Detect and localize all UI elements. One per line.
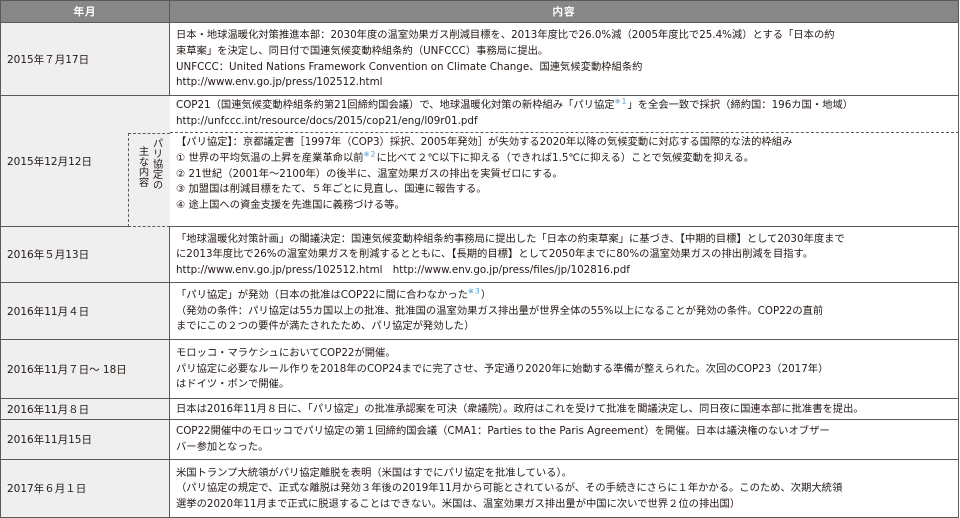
content-line: 「地球温暖化対策計画」の閣議決定：国連気候変動枠組条約事務局に提出した「日本の約… [176, 232, 845, 245]
sublabel-col2: 主な内容 [136, 146, 149, 188]
content-line: UNFCCC：United Nations Framework Conventi… [176, 60, 643, 73]
content-line: バー参加となった。 [176, 441, 269, 453]
row-content-bottom: 【パリ協定】：京都議定書［1997年（COP3）採択、2005年発効］が失効する… [170, 133, 959, 227]
row-content: 「パリ協定」が発効（日本の批准はCOP22に間に合わなかった※３） （発効の条件… [170, 283, 959, 340]
content-line: 日本は2016年11月８日に、「パリ協定」の批准承認案を可決（衆議院）。政府はこ… [176, 402, 864, 415]
content-line: http://www.env.go.jp/press/102512.html h… [176, 263, 630, 276]
content-line: 束草案」を決定し、同日付で国連気候変動枠組条約（UNFCCC）事務局に提出。 [176, 44, 549, 57]
footnote-1: ※１ [614, 97, 628, 106]
content-line: に2013年度比で26%の温室効果ガスを削減するとともに、【長期的目標】として2… [176, 248, 814, 261]
timeline-table: 年月 内容 2015年７月17日 日本・地球温暖化対策推進本部：2030年度の温… [0, 0, 959, 518]
row-date: 2015年12月12日 [1, 96, 128, 227]
footnote-3: ※３ [468, 287, 481, 296]
content-line: （パリ協定の規定で、正式な離脱は発効３年後の2019年11月から可能とされている… [176, 482, 843, 495]
content-line: ③ 加盟国は削減目標をたて、５年ごとに見直し、国連に報告する。 [176, 183, 487, 196]
content-line: までにこの２つの要件が満たされたため、パリ協定が発効した） [176, 320, 475, 333]
header-content: 内容 [170, 1, 959, 23]
row-content: COP22開催中のモロッコでパリ協定の第１回締約国会議（CMA1：Parties… [170, 420, 959, 460]
row-content: 日本・地球温暖化対策推進本部：2030年度の温室効果ガス削減目標を、2013年度… [170, 23, 959, 96]
row-date: 2017年６月１日 [1, 460, 170, 518]
paris-agreement-sublabel: パリ協定の 主な内容 [128, 133, 170, 227]
content-line: ② 21世紀（2001年～2100年）の後半に、温室効果ガスの排出を実質ゼロにす… [176, 167, 563, 180]
row-content-top: COP21（国連気候変動枠組条約第21回締約国会議）で、地球温暖化対策の新枠組み… [170, 96, 959, 133]
row-date: 2016年11月７日～ 18日 [1, 340, 170, 399]
content-line: ④ 途上国への資金支援を先進国に義務づける等。 [176, 199, 405, 212]
row-content: モロッコ・マラケシュにおいてCOP22が開催。 パリ協定に必要なルール作りを20… [170, 340, 959, 399]
content-line: COP21（国連気候変動枠組条約第21回締約国会議）で、地球温暖化対策の新枠組み… [176, 97, 854, 111]
footnote-2: ※２ [363, 150, 377, 159]
content-line: モロッコ・マラケシュにおいてCOP22が開催。 [176, 347, 396, 360]
row-content: 「地球温暖化対策計画」の閣議決定：国連気候変動枠組条約事務局に提出した「日本の約… [170, 227, 959, 283]
content-line: （発効の条件：パリ協定は55カ国以上の批准、批准国の温室効果ガス排出量が世界全体… [176, 304, 824, 317]
row-date: 2016年11月８日 [1, 399, 170, 420]
row-date: 2015年７月17日 [1, 23, 170, 96]
content-line: 選挙の2020年11月まで正式に脱退することはできない。米国は、温室効果ガス排出… [176, 497, 741, 510]
content-line: COP22開催中のモロッコでパリ協定の第１回締約国会議（CMA1：Parties… [176, 425, 830, 438]
row-date: 2016年５月13日 [1, 227, 170, 283]
content-line: 米国トランプ大統領がパリ協定離脱を表明（米国はすでにパリ協定を批准している）。 [176, 466, 572, 479]
row-content: 米国トランプ大統領がパリ協定離脱を表明（米国はすでにパリ協定を批准している）。 … [170, 460, 959, 518]
row-content: 日本は2016年11月８日に、「パリ協定」の批准承認案を可決（衆議院）。政府はこ… [170, 399, 959, 420]
content-line: 「パリ協定」が発効（日本の批准はCOP22に間に合わなかった※３） [176, 287, 492, 302]
header-date: 年月 [1, 1, 170, 23]
row-date: 2016年11月15日 [1, 420, 170, 460]
content-line: パリ協定に必要なルール作りを2018年のCOP24までに完了させ、予定通り202… [176, 362, 829, 375]
content-line: はドイツ・ボンで開催。 [176, 378, 290, 391]
content-line: 【パリ協定】：京都議定書［1997年（COP3）採択、2005年発効］が失効する… [176, 136, 793, 148]
content-line: http://unfccc.int/resource/docs/2015/cop… [176, 114, 478, 127]
row-date: 2016年11月４日 [1, 283, 170, 340]
date-cell-fill [128, 96, 170, 133]
sublabel-col1: パリ協定の [150, 138, 163, 190]
content-line: ① 世界の平均気温の上昇を産業革命以前※２に比べて２℃以下に抑える（できれば1.… [176, 150, 755, 164]
content-line: http://www.env.go.jp/press/102512.html [176, 76, 383, 89]
content-line: 日本・地球温暖化対策推進本部：2030年度の温室効果ガス削減目標を、2013年度… [176, 29, 835, 42]
